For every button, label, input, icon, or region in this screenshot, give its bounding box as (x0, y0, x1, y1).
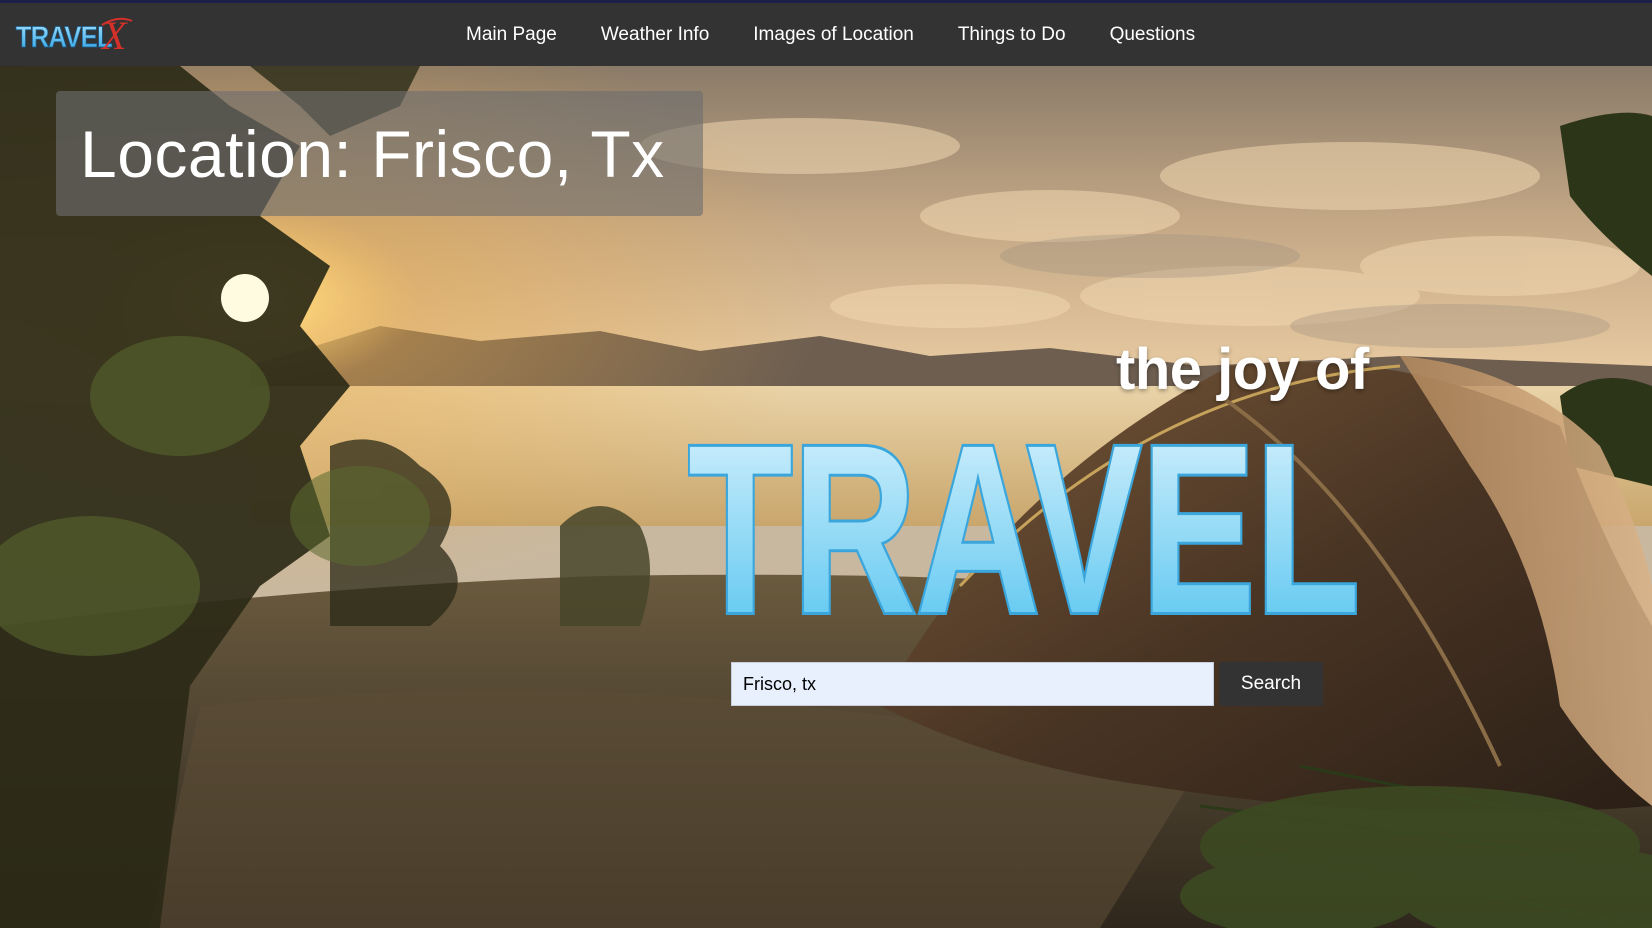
main-nav: Main Page Weather Info Images of Locatio… (444, 3, 1217, 66)
search-form: Search (731, 662, 1323, 706)
location-search-input[interactable] (731, 662, 1214, 706)
location-label: Location: Frisco, Tx (80, 116, 665, 191)
location-banner: Location: Frisco, Tx (56, 91, 703, 216)
hero-tagline: the joy of (1116, 337, 1369, 402)
nav-weather-info[interactable]: Weather Info (579, 24, 731, 46)
nav-main-page[interactable]: Main Page (444, 24, 579, 46)
nav-images-of-location[interactable]: Images of Location (731, 24, 936, 46)
nav-questions[interactable]: Questions (1088, 24, 1218, 46)
headline-text: TRAVEL (688, 412, 1360, 622)
hero-section: Location: Frisco, Tx the joy of TRAVEL S… (0, 66, 1652, 928)
nav-things-to-do[interactable]: Things to Do (936, 24, 1088, 46)
top-navigation-bar: TRAVEL X Main Page Weather Info Images o… (0, 0, 1652, 66)
search-button[interactable]: Search (1219, 662, 1323, 706)
hero-headline: TRAVEL (688, 412, 1363, 622)
logo-wordmark: TRAVEL (16, 20, 113, 53)
travelx-logo[interactable]: TRAVEL X (14, 11, 134, 57)
